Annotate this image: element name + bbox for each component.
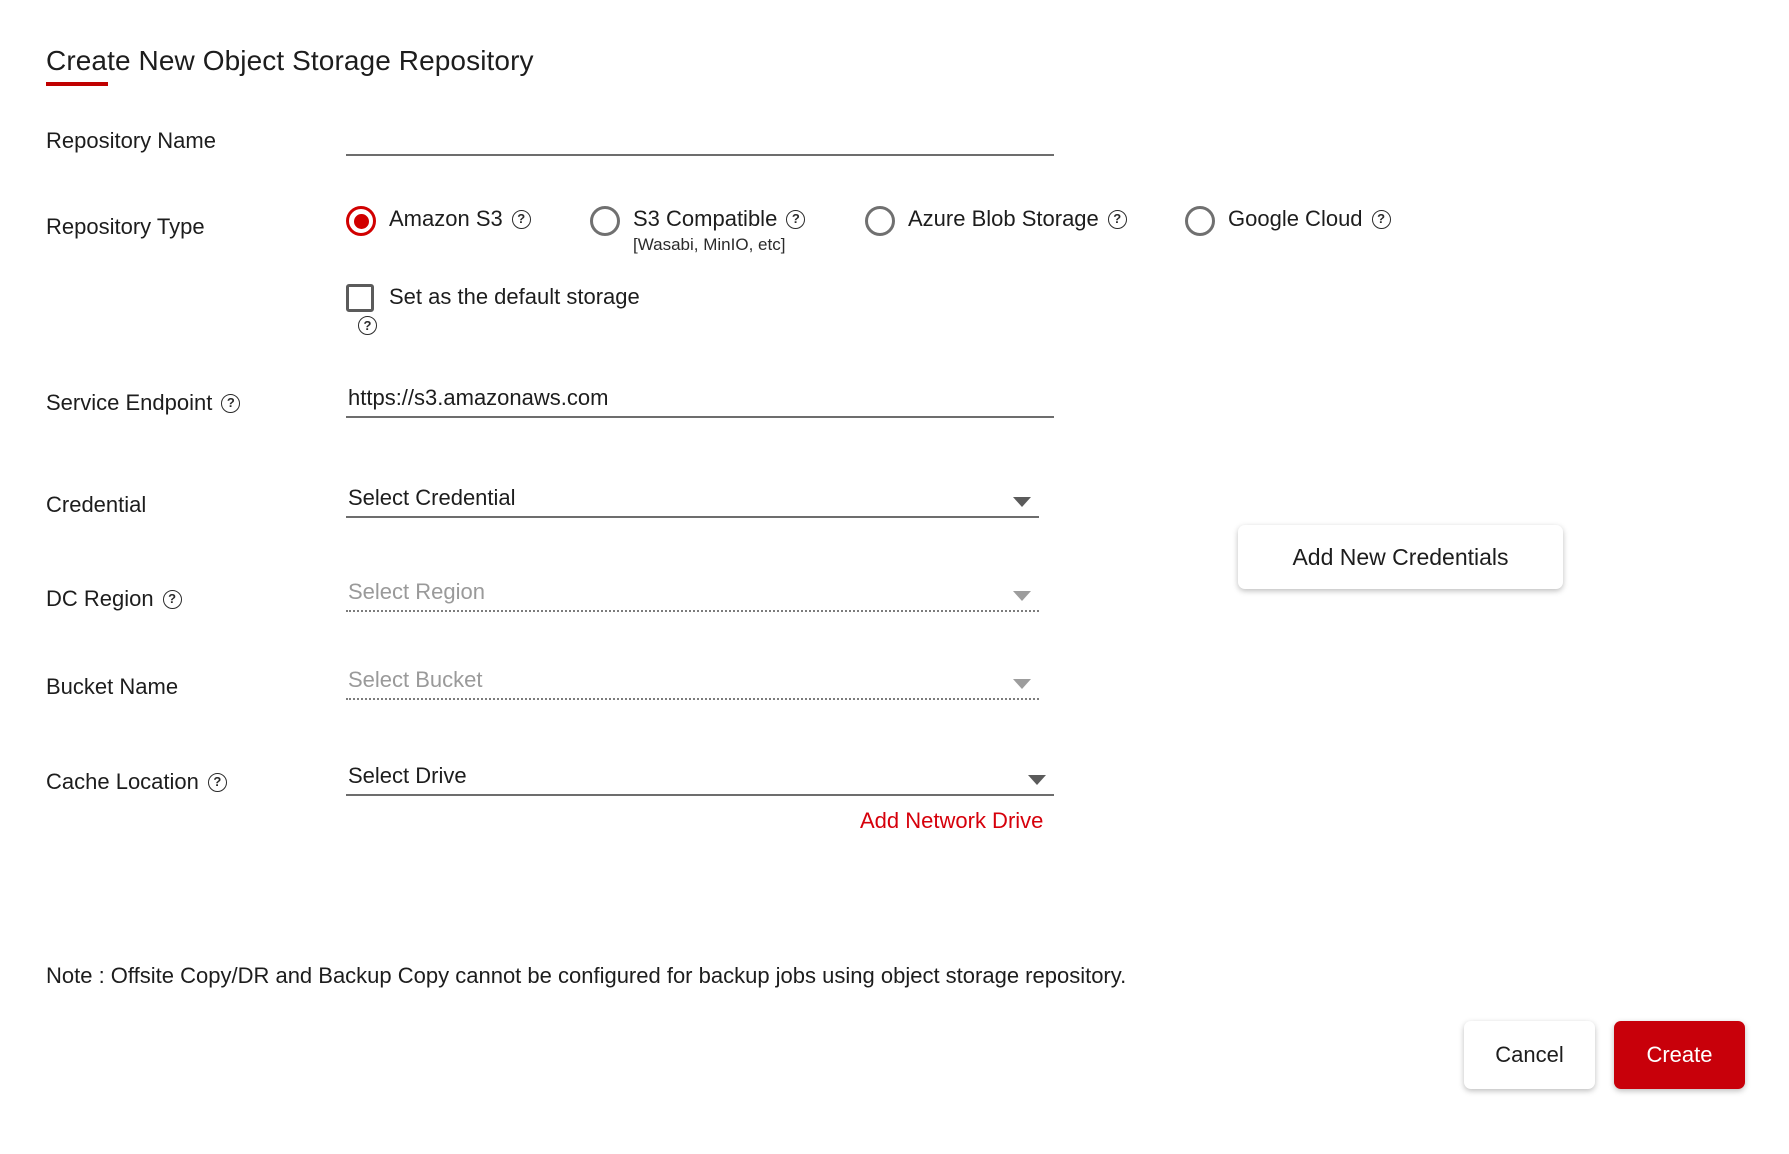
default-storage-label: Set as the default storage	[389, 284, 640, 309]
create-object-storage-repository-page: Create New Object Storage Repository Rep…	[0, 0, 1789, 1154]
radio-label-s3-compatible: S3 Compatible	[633, 206, 778, 231]
dc-region-value: Select Region	[348, 579, 485, 604]
help-icon-service-endpoint[interactable]: ?	[221, 393, 241, 413]
page-title-wrap: Create New Object Storage Repository	[46, 44, 534, 86]
cache-location-dropdown[interactable]: Select Drive	[346, 762, 1054, 796]
radio-icon-azure-blob-storage[interactable]	[865, 206, 895, 236]
radio-option-s3-compatible[interactable]: S3 Compatible ? [Wasabi, MinIO, etc]	[590, 204, 865, 256]
cancel-button[interactable]: Cancel	[1464, 1021, 1595, 1089]
radio-icon-amazon-s3[interactable]	[346, 206, 376, 236]
radio-sublabel-s3-compatible: [Wasabi, MinIO, etc]	[633, 235, 786, 254]
radio-label-google-cloud: Google Cloud	[1228, 206, 1363, 231]
add-new-credentials-button[interactable]: Add New Credentials	[1238, 525, 1563, 589]
radio-option-azure-blob-storage[interactable]: Azure Blob Storage ?	[865, 204, 1185, 236]
create-button[interactable]: Create	[1614, 1021, 1745, 1089]
bucket-name-label: Bucket Name	[46, 674, 179, 699]
radio-option-amazon-s3[interactable]: Amazon S3 ?	[346, 204, 590, 236]
help-icon-amazon-s3[interactable]: ?	[511, 209, 531, 229]
credential-label: Credential	[46, 492, 147, 517]
repository-type-radio-group: Amazon S3 ? S3 Compatible ? [Wasabi, Min…	[346, 204, 1391, 256]
service-endpoint-input[interactable]: https://s3.amazonaws.com	[346, 384, 1054, 418]
default-storage-checkbox-row[interactable]: Set as the default storage	[346, 282, 640, 312]
note-text: Note : Offsite Copy/DR and Backup Copy c…	[46, 963, 1127, 988]
cache-location-value: Select Drive	[348, 763, 467, 788]
chevron-down-icon-credential[interactable]	[1013, 497, 1031, 507]
chevron-down-icon-bucket-name[interactable]	[1013, 679, 1031, 689]
help-icon-dc-region[interactable]: ?	[162, 589, 182, 609]
help-icon-default-storage[interactable]: ?	[358, 316, 377, 335]
bucket-name-dropdown[interactable]: Select Bucket	[346, 666, 1039, 700]
radio-icon-s3-compatible[interactable]	[590, 206, 620, 236]
repository-name-label: Repository Name	[46, 128, 216, 153]
chevron-down-icon-dc-region[interactable]	[1013, 591, 1031, 601]
help-icon-cache-location[interactable]: ?	[207, 772, 227, 792]
repository-type-label: Repository Type	[46, 214, 205, 239]
help-icon-google-cloud[interactable]: ?	[1371, 209, 1391, 229]
title-accent-underline	[46, 82, 108, 86]
dc-region-label: DC Region ?	[46, 586, 182, 612]
service-endpoint-label: Service Endpoint ?	[46, 390, 241, 416]
help-icon-s3-compatible[interactable]: ?	[786, 209, 806, 229]
add-network-drive-link[interactable]: Add Network Drive	[860, 808, 1043, 834]
credential-dropdown[interactable]: Select Credential	[346, 484, 1039, 518]
checkbox-icon-default-storage[interactable]	[346, 284, 374, 312]
chevron-down-icon-cache-location[interactable]	[1028, 775, 1046, 785]
credential-value: Select Credential	[348, 485, 516, 510]
dc-region-dropdown[interactable]: Select Region	[346, 578, 1039, 612]
radio-label-azure-blob-storage: Azure Blob Storage	[908, 206, 1099, 231]
cache-location-label: Cache Location ?	[46, 769, 227, 795]
service-endpoint-value: https://s3.amazonaws.com	[348, 385, 609, 410]
radio-option-google-cloud[interactable]: Google Cloud ?	[1185, 204, 1391, 236]
radio-label-amazon-s3: Amazon S3	[389, 206, 503, 231]
radio-icon-google-cloud[interactable]	[1185, 206, 1215, 236]
page-title: Create New Object Storage Repository	[46, 45, 534, 76]
help-icon-azure-blob-storage[interactable]: ?	[1107, 209, 1127, 229]
repository-name-input[interactable]	[346, 122, 1054, 156]
bucket-name-value: Select Bucket	[348, 667, 483, 692]
